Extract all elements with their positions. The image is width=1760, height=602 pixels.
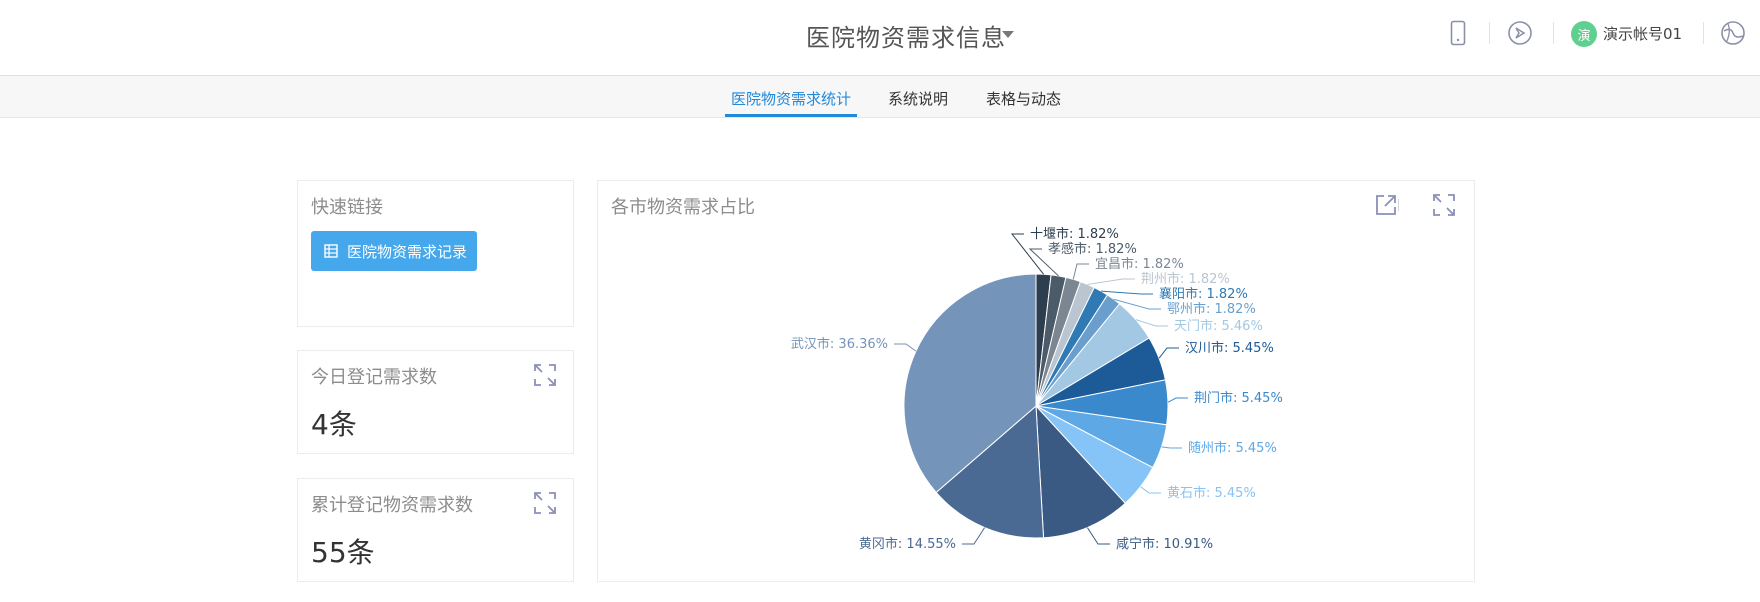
pie-leader-line — [1086, 527, 1110, 545]
active-tab-indicator — [725, 114, 857, 117]
expand-icon[interactable] — [533, 491, 557, 515]
expand-icon[interactable] — [533, 363, 557, 387]
pie-slice-label: 天门市: 5.46% — [1174, 318, 1263, 334]
button-label: 医院物资需求记录 — [347, 242, 468, 261]
today-demand-card: 今日登记需求数 4条 — [297, 350, 574, 454]
today-count-value: 4条 — [311, 408, 357, 441]
pie-slice-label: 荆门市: 5.45% — [1194, 390, 1283, 406]
city-demand-chart-card: 各市物资需求占比 十堰市: 1.82% 孝感市: 1.82% 宜昌市: 1.82% 荆… — [597, 180, 1475, 582]
top-bar: 医院物资需求信息 演 演示帐号01 — [0, 0, 1760, 76]
tab-statistics[interactable]: 医院物资需求统计 — [731, 88, 851, 109]
pie-slice-label: 武汉市: 36.36% — [791, 336, 888, 352]
tab-table-and-activity[interactable]: 表格与动态 — [986, 88, 1061, 109]
pie-slice-label: 鄂州市: 1.82% — [1167, 301, 1256, 317]
pie-leader-line — [1161, 446, 1182, 449]
pie-slice-label: 黄石市: 5.45% — [1167, 485, 1256, 501]
mobile-icon[interactable] — [1443, 18, 1473, 48]
pie-leader-line — [1072, 263, 1089, 280]
hospital-demand-records-button[interactable]: 医院物资需求记录 — [311, 231, 477, 271]
card-title: 快速链接 — [311, 197, 383, 218]
card-title: 今日登记需求数 — [311, 367, 437, 388]
user-name[interactable]: 演示帐号01 — [1603, 23, 1682, 44]
card-title: 累计登记物资需求数 — [311, 495, 473, 516]
divider — [1703, 22, 1704, 44]
pie-leader-line — [1167, 397, 1188, 403]
compass-icon[interactable] — [1505, 18, 1535, 48]
pie-slice-label: 十堰市: 1.82% — [1030, 226, 1119, 242]
globe-logo-icon[interactable] — [1718, 18, 1748, 48]
pie-leader-line — [962, 527, 986, 545]
pie-chart: 十堰市: 1.82%孝感市: 1.82%宜昌市: 1.82%荆州市: 1.82%… — [791, 226, 1283, 552]
pie-slice-label: 宜昌市: 1.82% — [1095, 256, 1184, 272]
quick-links-card: 快速链接 医院物资需求记录 — [297, 180, 574, 327]
pie-leader-line — [894, 343, 917, 352]
pie-slice-label: 襄阳市: 1.82% — [1159, 286, 1248, 302]
table-icon — [324, 244, 338, 258]
pie-slice-label: 咸宁市: 10.91% — [1116, 536, 1213, 552]
pie-slice-label: 孝感市: 1.82% — [1048, 241, 1137, 257]
pie-slice-label: 荆州市: 1.82% — [1141, 271, 1230, 287]
pie-slice-label: 汉川市: 5.45% — [1185, 340, 1274, 356]
avatar[interactable]: 演 — [1571, 21, 1597, 47]
pie-leader-line — [1140, 486, 1161, 494]
total-count-value: 55条 — [311, 536, 375, 569]
pie-slice-label: 随州市: 5.45% — [1188, 440, 1277, 456]
pie-slice-label: 黄冈市: 14.55% — [859, 536, 956, 552]
app-title[interactable]: 医院物资需求信息 — [806, 18, 1006, 53]
pie-leader-line — [1158, 347, 1179, 359]
total-demand-card: 累计登记物资需求数 55条 — [297, 478, 574, 582]
tab-system-description[interactable]: 系统说明 — [888, 88, 948, 109]
tab-bar: 医院物资需求统计 系统说明 表格与动态 — [0, 76, 1760, 118]
pie-leader-line — [1100, 290, 1153, 295]
divider — [1553, 22, 1554, 44]
pie-leader-line — [1087, 278, 1135, 285]
divider — [1489, 22, 1490, 44]
chevron-down-icon[interactable] — [1002, 31, 1014, 38]
